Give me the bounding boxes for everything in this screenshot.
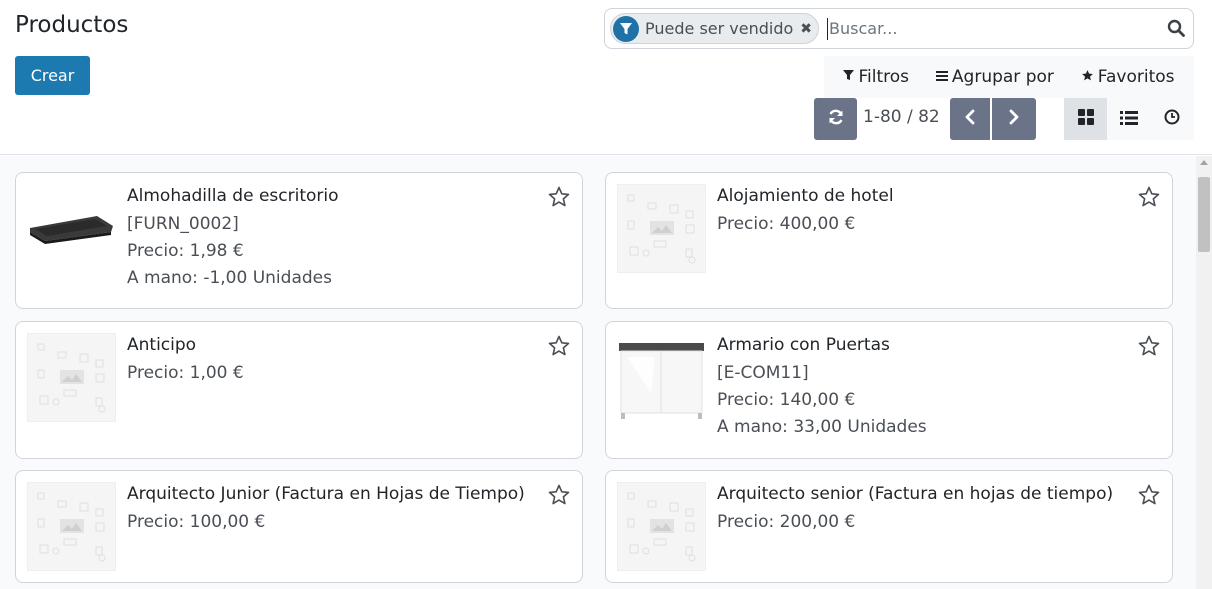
product-price: Precio: 400,00 € [717,214,856,234]
scroll-up-arrow-icon[interactable] [1200,160,1208,165]
product-reference: [E-COM11] [717,363,809,383]
control-panel: Productos Crear Puede ser vendido ✖ Filt… [0,0,1212,155]
product-price: Precio: 1,00 € [127,363,244,383]
product-price: Precio: 100,00 € [127,512,266,532]
create-button[interactable]: Crear [15,56,90,95]
product-name: Arquitecto senior (Factura en hojas de t… [717,484,1114,504]
refresh-icon [827,108,845,130]
placeholder-image [27,482,116,571]
product-image [27,333,116,422]
star-icon[interactable] [1137,483,1161,507]
product-name: Armario con Puertas [717,335,890,355]
chevron-right-icon [1008,109,1020,129]
product-image [617,333,706,422]
star-icon[interactable] [547,483,571,507]
star-icon [1081,69,1094,85]
kanban-view: Almohadilla de escritorio [FURN_0002] Pr… [0,156,1196,589]
product-card[interactable]: Anticipo Precio: 1,00 € [15,321,583,459]
remove-facet-icon[interactable]: ✖ [800,21,812,37]
group-by-dropdown[interactable]: Agrupar por [935,67,1054,87]
vertical-scrollbar[interactable] [1196,156,1212,589]
product-image [617,184,706,273]
product-price: Precio: 1,98 € [127,241,244,261]
kanban-icon [1077,109,1094,129]
product-card[interactable]: Almohadilla de escritorio [FURN_0002] Pr… [15,172,583,309]
product-reference: [FURN_0002] [127,214,239,234]
pager-value[interactable]: 1-80 / 82 [863,107,940,127]
filter-icon [843,70,855,84]
product-name: Anticipo [127,335,197,355]
placeholder-image [27,333,116,422]
product-card[interactable]: Arquitecto senior (Factura en hojas de t… [605,470,1173,583]
pager-previous-button[interactable] [950,98,990,140]
product-image [27,482,116,571]
filter-icon [613,15,639,42]
product-name: Almohadilla de escritorio [127,186,339,206]
favorites-label: Favoritos [1097,67,1175,87]
product-image [617,482,706,571]
star-icon[interactable] [1137,334,1161,358]
scrollbar-thumb[interactable] [1198,177,1210,252]
product-image [27,184,116,273]
star-icon[interactable] [547,334,571,358]
star-icon[interactable] [547,185,571,209]
placeholder-image [617,184,706,273]
page-title: Productos [15,12,129,38]
cabinet-image [619,343,704,419]
kanban-view-button[interactable] [1064,98,1107,140]
search-options: Filtros Agrupar por Favoritos [824,56,1194,98]
chevron-left-icon [964,109,976,129]
view-switcher [1064,98,1194,140]
product-on-hand: A mano: -1,00 Unidades [127,268,332,288]
product-card[interactable]: Arquitecto Junior (Factura en Hojas de T… [15,470,583,583]
product-card[interactable]: Armario con Puertas [E-COM11] Precio: 14… [605,321,1173,459]
star-icon[interactable] [1137,185,1161,209]
pager-next-button[interactable] [992,98,1036,140]
favorites-dropdown[interactable]: Favoritos [1081,67,1175,87]
clock-icon [1164,109,1180,129]
list-view-button[interactable] [1107,98,1150,140]
product-price: Precio: 140,00 € [717,390,856,410]
reload-button[interactable] [814,98,857,140]
product-name: Alojamiento de hotel [717,186,894,206]
group-by-label: Agrupar por [951,67,1054,87]
activity-view-button[interactable] [1150,98,1193,140]
placeholder-image [617,482,706,571]
search-facet[interactable]: Puede ser vendido ✖ [610,13,820,44]
filters-dropdown[interactable]: Filtros [843,67,909,87]
filters-label: Filtros [858,67,909,87]
bars-icon [935,70,948,84]
product-price: Precio: 200,00 € [717,512,856,532]
search-input[interactable] [827,17,1148,40]
product-name: Arquitecto Junior (Factura en Hojas de T… [127,484,525,504]
facet-label: Puede ser vendido [645,19,794,38]
list-icon [1119,110,1138,129]
product-card[interactable]: Alojamiento de hotel Precio: 400,00 € [605,172,1173,309]
search-bar[interactable]: Puede ser vendido ✖ [604,8,1194,49]
desk-pad-image [30,216,113,244]
product-on-hand: A mano: 33,00 Unidades [717,417,927,437]
search-icon[interactable] [1167,19,1185,37]
